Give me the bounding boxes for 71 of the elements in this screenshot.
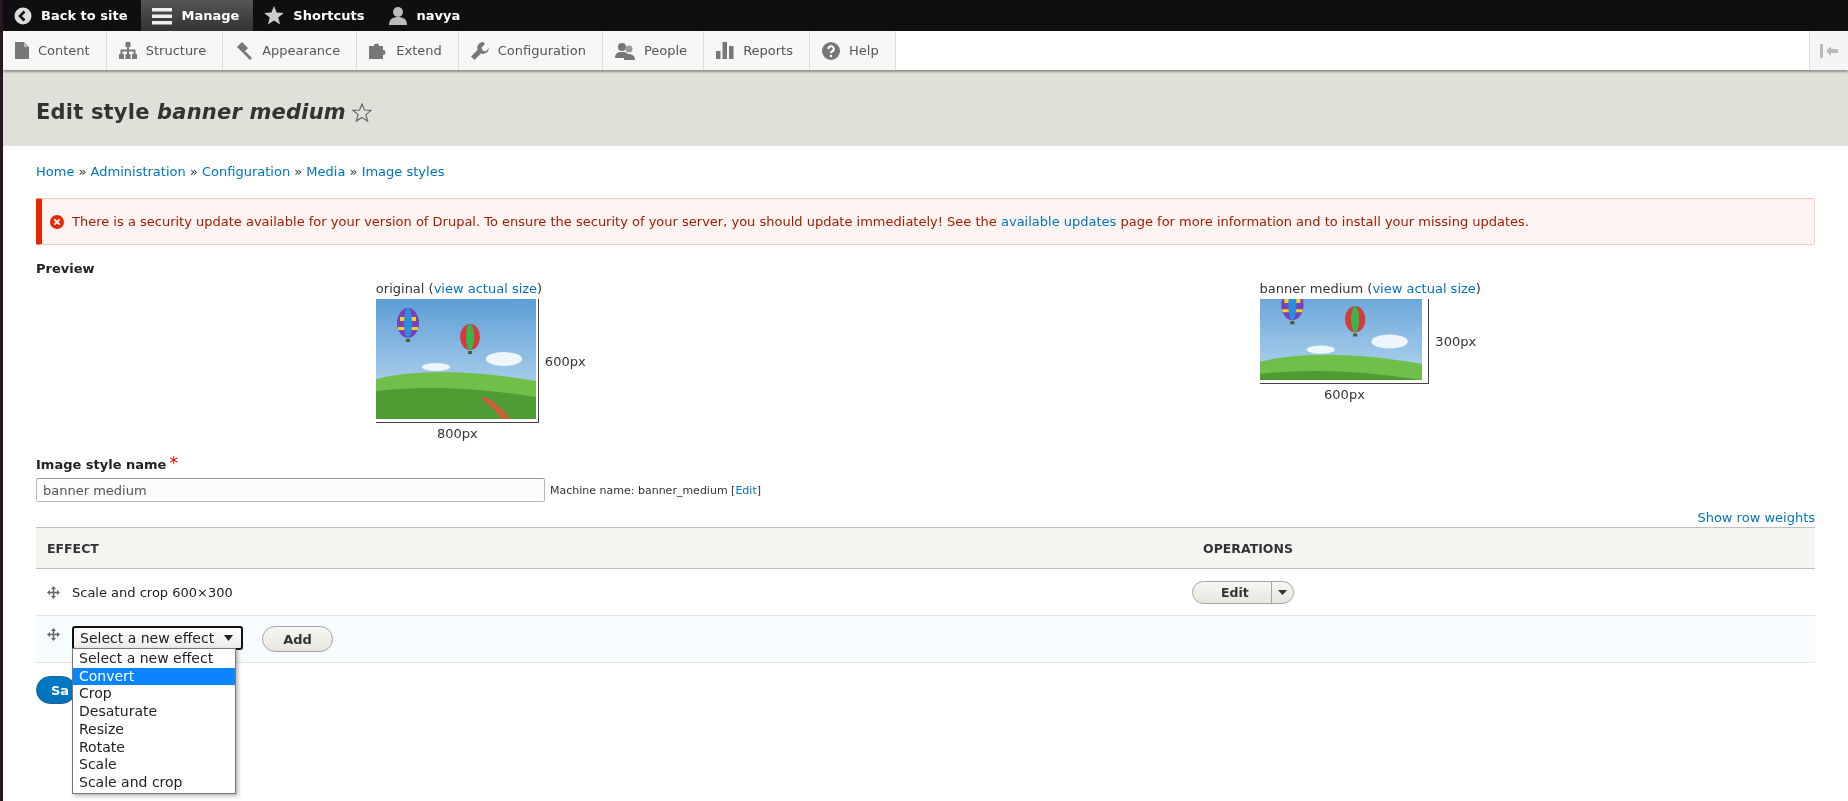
help-icon — [822, 41, 840, 60]
toolbar-tab[interactable]: navya — [378, 0, 475, 31]
menu-icon — [152, 6, 173, 25]
paint-tool-icon — [235, 41, 254, 60]
caret-icon — [1277, 589, 1287, 595]
width-label: 800px — [435, 426, 479, 441]
view-actual-size-link[interactable]: view actual size — [1372, 281, 1476, 296]
show-row-weights-link[interactable]: Show row weights — [1697, 510, 1815, 525]
machine-name: Machine name: banner_medium [Edit] — [550, 483, 761, 497]
add-button[interactable]: Add — [262, 626, 333, 652]
caret-icon — [224, 635, 234, 641]
breadcrumb-link[interactable]: Configuration — [201, 164, 291, 179]
height-label: 300px — [1435, 334, 1478, 349]
drag-handle-icon[interactable] — [47, 585, 60, 599]
admin-menu-link[interactable]: Configuration — [458, 31, 603, 70]
bar-chart-icon — [716, 42, 735, 59]
column-header: EFFECT — [46, 540, 100, 556]
effect-option[interactable]: Select a new effect — [73, 650, 235, 668]
effect-option[interactable]: Crop — [73, 685, 235, 704]
wrench-icon — [470, 41, 489, 60]
user-icon — [389, 6, 408, 25]
available-updates-link[interactable]: available updates — [1000, 214, 1117, 229]
breadcrumb-link[interactable]: Administration — [90, 164, 186, 179]
width-label: 600px — [1323, 387, 1366, 402]
page-title: Edit style banner medium — [36, 100, 346, 124]
effect-option[interactable]: Rotate — [73, 738, 235, 757]
admin-menu-link[interactable]: Extend — [357, 31, 459, 70]
hierarchy-icon — [118, 42, 137, 59]
admin-menu-link[interactable]: Appearance — [223, 31, 358, 70]
breadcrumb-separator: » — [188, 164, 199, 179]
field-label: Image style name — [36, 457, 167, 472]
admin-menu-link[interactable]: Reports — [704, 31, 810, 70]
preview-caption: banner medium (view actual size) — [1259, 281, 1481, 296]
admin-menu-link[interactable]: Content — [3, 31, 107, 70]
style-name-input[interactable]: banner medium — [36, 478, 545, 502]
effect-name: Scale and crop 600×300 — [72, 584, 233, 600]
breadcrumb-separator: » — [77, 164, 88, 179]
admin-menu-link[interactable]: Help — [810, 31, 896, 70]
height-label: 600px — [544, 353, 586, 369]
column-header: OPERATIONS — [1202, 540, 1294, 556]
view-actual-size-link[interactable]: view actual size — [433, 281, 538, 296]
edit-machine-name-link[interactable]: Edit — [735, 483, 757, 497]
collapse-arrow-icon — [1820, 43, 1838, 58]
document-icon — [15, 42, 29, 59]
error-icon — [50, 215, 64, 229]
breadcrumb-separator: » — [293, 164, 304, 179]
back-icon — [14, 6, 32, 25]
effect-option[interactable]: Resize — [73, 720, 235, 739]
effect-option[interactable]: Convert — [73, 667, 235, 686]
effect-option[interactable]: Desaturate — [73, 703, 235, 721]
breadcrumb-link[interactable]: Media — [306, 164, 346, 179]
breadcrumb-separator: » — [348, 164, 359, 179]
star-icon — [264, 6, 285, 25]
effect-option[interactable]: Scale and crop — [73, 773, 235, 792]
preview-caption: original (view actual size) — [375, 281, 544, 296]
admin-menu-link[interactable]: Structure — [106, 31, 224, 70]
toolbar-tab[interactable]: Back to site — [3, 0, 142, 31]
star-outline-icon[interactable] — [351, 102, 372, 122]
preview-label: Preview — [36, 261, 96, 276]
breadcrumb-link[interactable]: Image styles — [361, 164, 445, 179]
toolbar-tab[interactable]: Manage — [141, 0, 254, 31]
error-message: There is a security update available for your version of Drupal. To ensure the security of your server, you should update immediately! See the available updates page for more information and to install your missing updates. — [72, 214, 1529, 229]
puzzle-icon — [369, 42, 388, 59]
drag-handle-icon[interactable] — [47, 628, 60, 641]
people-icon — [614, 41, 635, 60]
effect-option[interactable]: Scale — [73, 756, 235, 774]
required-mark: * — [169, 453, 178, 473]
admin-menu-link[interactable]: People — [602, 31, 705, 70]
effect-select[interactable]: Select a new effect — [72, 626, 244, 650]
toolbar-tab[interactable]: Shortcuts — [253, 0, 379, 31]
breadcrumb-link[interactable]: Home — [36, 164, 75, 179]
